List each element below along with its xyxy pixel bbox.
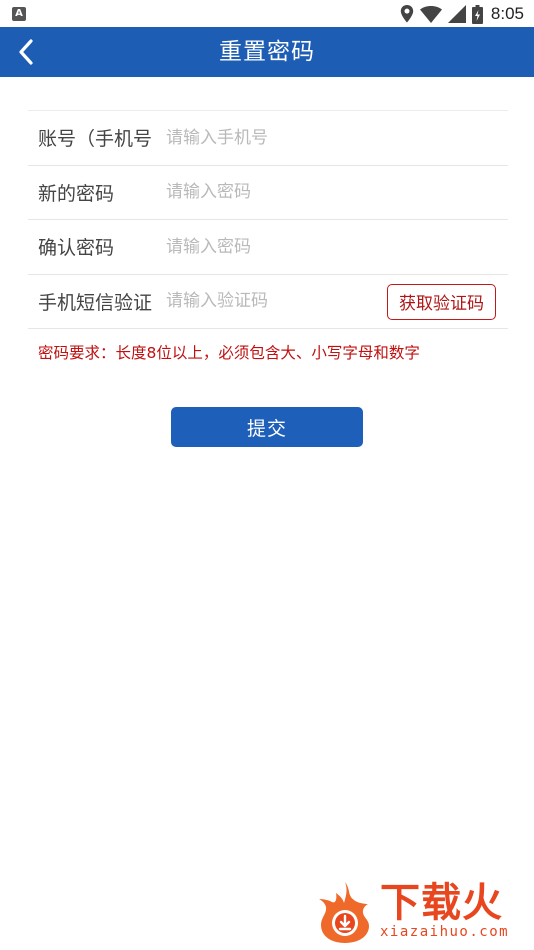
back-button[interactable] xyxy=(10,36,42,68)
reset-password-form: 账号（手机号 新的密码 确认密码 手机短信验证 获取验证码 xyxy=(28,110,508,329)
new-password-label: 新的密码 xyxy=(38,182,115,205)
account-label: 账号（手机号 xyxy=(38,128,153,151)
sms-code-label: 手机短信验证 xyxy=(38,291,153,314)
watermark-domain: xiazaihuo.com xyxy=(380,924,510,940)
sms-code-input[interactable] xyxy=(166,283,366,320)
phone-input[interactable] xyxy=(166,119,366,156)
status-time: 8:05 xyxy=(490,4,524,23)
page-title: 重置密码 xyxy=(219,39,315,65)
watermark-brand: 下载火 xyxy=(380,880,503,926)
status-bar: A 8:05 xyxy=(0,0,534,27)
new-password-input[interactable] xyxy=(166,174,366,211)
flame-logo-icon xyxy=(319,882,369,943)
signal-icon xyxy=(447,5,466,23)
confirm-password-row: 确认密码 xyxy=(28,220,508,275)
battery-icon xyxy=(471,4,483,24)
get-code-button[interactable]: 获取验证码 xyxy=(387,283,496,320)
wifi-icon xyxy=(419,5,442,23)
account-row: 账号（手机号 xyxy=(28,111,508,166)
chevron-left-icon xyxy=(19,39,33,65)
notification-badge-icon: A xyxy=(12,7,26,21)
status-icons: 8:05 xyxy=(400,2,524,26)
confirm-password-input[interactable] xyxy=(166,228,366,265)
watermark: 下载火 xiazaihuo.com xyxy=(314,880,528,944)
password-requirement-hint: 密码要求：长度8位以上，必须包含大、小写字母和数字 xyxy=(38,344,420,362)
location-icon xyxy=(400,5,414,23)
sms-code-row: 手机短信验证 获取验证码 xyxy=(28,275,508,329)
submit-button[interactable]: 提交 xyxy=(171,407,363,447)
app-header: 重置密码 xyxy=(0,27,534,77)
confirm-password-label: 确认密码 xyxy=(38,237,115,260)
new-password-row: 新的密码 xyxy=(28,166,508,220)
